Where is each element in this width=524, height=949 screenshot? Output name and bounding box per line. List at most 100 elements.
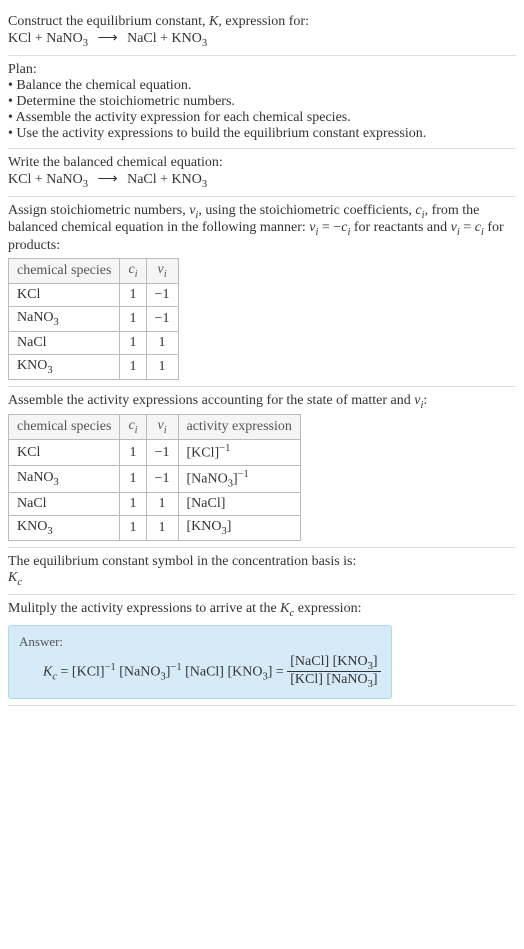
- eq-part: =: [460, 220, 475, 235]
- sub-i: i: [164, 425, 167, 436]
- cell-nui: 1: [146, 493, 178, 516]
- exp-1: −1: [105, 662, 116, 673]
- species-text: KNO: [17, 358, 47, 373]
- kc-K: K: [280, 601, 289, 616]
- plan-item: • Assemble the activity expression for e…: [8, 110, 516, 126]
- stoich-text: Assign stoichiometric numbers, νi, using…: [8, 203, 516, 255]
- expr-base: [KNO: [187, 519, 222, 534]
- kc-K: K: [8, 570, 17, 585]
- expr-exp: −1: [219, 443, 230, 454]
- eq-sub: 3: [83, 179, 88, 190]
- cell-nui: −1: [146, 283, 178, 306]
- cell-ci: 1: [120, 354, 146, 379]
- arrow-icon: ⟶: [92, 172, 124, 187]
- kc-K: K: [43, 664, 52, 679]
- th-ci: ci: [120, 415, 146, 440]
- species-sub: 3: [54, 317, 59, 328]
- multiply-title-a: Mulitply the activity expressions to arr…: [8, 601, 280, 616]
- fraction-denominator: [KCl] [NaNO3]: [287, 672, 380, 690]
- activity-title: Assemble the activity expressions accoun…: [8, 393, 516, 411]
- table-header-row: chemical species ci νi: [9, 259, 179, 284]
- term-3: [NaCl] [KNO: [182, 664, 263, 679]
- plan-item: • Balance the chemical equation.: [8, 78, 516, 94]
- term-3b: ] =: [268, 664, 288, 679]
- answer-equation: Kc = [KCl]−1 [NaNO3]−1 [NaCl] [KNO3] = […: [19, 654, 381, 691]
- th-species: chemical species: [9, 259, 120, 284]
- symbol-section: The equilibrium constant symbol in the c…: [8, 548, 516, 595]
- eq-sub: 3: [202, 179, 207, 190]
- table-row: NaNO3 1 −1: [9, 306, 179, 331]
- expr-close: ]: [227, 519, 232, 534]
- cell-ci: 1: [120, 440, 146, 466]
- table-row: KNO3 1 1: [9, 354, 179, 379]
- table-row: NaCl 1 1: [9, 331, 179, 354]
- th-nui: νi: [146, 415, 178, 440]
- species-sub: 3: [47, 365, 52, 376]
- eq-sub: 3: [202, 38, 207, 49]
- plan-item: • Determine the stoichiometric numbers.: [8, 94, 516, 110]
- intro-line: Construct the equilibrium constant, K, e…: [8, 14, 516, 30]
- num-b: ]: [373, 654, 378, 669]
- intro-text-1b: , expression for:: [218, 14, 309, 29]
- multiply-title: Mulitply the activity expressions to arr…: [8, 601, 516, 619]
- den-b: ]: [373, 672, 378, 687]
- symbol-title: The equilibrium constant symbol in the c…: [8, 554, 516, 570]
- plan-section: Plan: • Balance the chemical equation. •…: [8, 56, 516, 149]
- den-a: [KCl] [NaNO: [290, 672, 367, 687]
- term-1: [KCl]: [72, 664, 105, 679]
- fraction: [NaCl] [KNO3][KCl] [NaNO3]: [287, 654, 380, 691]
- intro-K: K: [209, 14, 218, 29]
- cell-expr: [NaCl]: [178, 493, 300, 516]
- cell-ci: 1: [120, 493, 146, 516]
- eq-lhs: KCl + NaNO: [8, 172, 83, 187]
- cell-ci: 1: [120, 465, 146, 492]
- answer-label: Answer:: [19, 634, 381, 650]
- cell-ci: 1: [120, 516, 146, 541]
- cell-nui: 1: [146, 354, 178, 379]
- eq-rhs: NaCl + KNO: [127, 31, 202, 46]
- answer-box: Answer: Kc = [KCl]−1 [NaNO3]−1 [NaCl] [K…: [8, 625, 392, 700]
- eq-rhs: NaCl + KNO: [127, 172, 202, 187]
- kc-c: c: [17, 577, 22, 588]
- exp-2: −1: [170, 662, 181, 673]
- cell-nui: 1: [146, 331, 178, 354]
- activity-section: Assemble the activity expressions accoun…: [8, 387, 516, 549]
- stoich-text-a: Assign stoichiometric numbers,: [8, 203, 189, 218]
- th-ci: ci: [120, 259, 146, 284]
- term-2a: [NaNO: [116, 664, 161, 679]
- species-text: KNO: [17, 519, 47, 534]
- eq-sub: 3: [83, 38, 88, 49]
- plan-item: • Use the activity expressions to build …: [8, 126, 516, 142]
- species-text: NaNO: [17, 310, 54, 325]
- stoich-section: Assign stoichiometric numbers, νi , using…: [8, 197, 516, 387]
- sub-i: i: [135, 269, 138, 280]
- plan-title: Plan:: [8, 62, 516, 78]
- cell-species: KNO3: [9, 516, 120, 541]
- num-a: [NaCl] [KNO: [290, 654, 367, 669]
- cell-expr: [KNO3]: [178, 516, 300, 541]
- multiply-title-b: expression:: [294, 601, 361, 616]
- cell-ci: 1: [120, 283, 146, 306]
- table-row: NaNO3 1 −1 [NaNO3]−1: [9, 465, 301, 492]
- sub-i: i: [164, 269, 167, 280]
- stoich-table: chemical species ci νi KCl 1 −1 NaNO3 1 …: [8, 258, 179, 379]
- multiply-section: Mulitply the activity expressions to arr…: [8, 595, 516, 706]
- species-sub: 3: [54, 477, 59, 488]
- cell-species: NaCl: [9, 331, 120, 354]
- stoich-text-b: , using the stoichiometric coefficients,: [198, 203, 415, 218]
- kc-symbol: Kc: [8, 570, 516, 588]
- eq-sign: =: [57, 664, 72, 679]
- cell-nui: −1: [146, 306, 178, 331]
- eq-part: = −: [318, 220, 341, 235]
- cell-species: KCl: [9, 440, 120, 466]
- cell-species: KNO3: [9, 354, 120, 379]
- intro-section: Construct the equilibrium constant, K, e…: [8, 8, 516, 56]
- cell-ci: 1: [120, 331, 146, 354]
- sub-i: i: [135, 425, 138, 436]
- activity-table: chemical species ci νi activity expressi…: [8, 414, 301, 541]
- cell-species: NaNO3: [9, 306, 120, 331]
- cell-expr: [NaNO3]−1: [178, 465, 300, 492]
- balanced-section: Write the balanced chemical equation: KC…: [8, 149, 516, 197]
- balanced-title: Write the balanced chemical equation:: [8, 155, 516, 171]
- th-nui: νi: [146, 259, 178, 284]
